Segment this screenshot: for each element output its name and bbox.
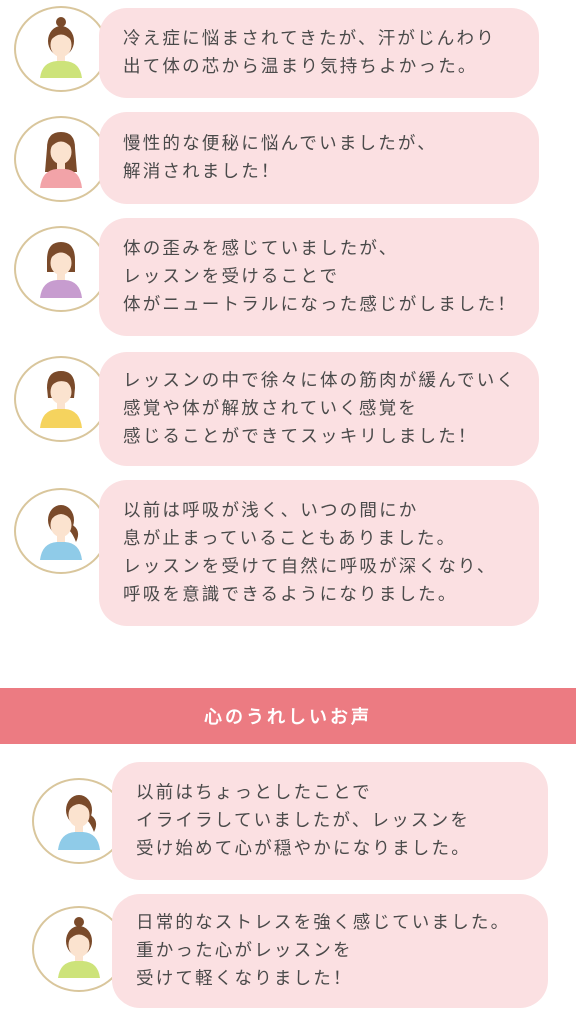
woman-ponytail-icon <box>58 795 100 850</box>
testimonial-text-line: 冷え症に悩まされてきたが、汗がじんわり <box>123 29 496 49</box>
testimonial-text-line: 感覚や体が解放されていく感覚を <box>123 399 418 419</box>
testimonial-text-line: レッスンを受けることで <box>123 267 340 287</box>
testimonial-text-line: 受け始めて心が穏やかになりました。 <box>136 839 471 859</box>
testimonial-text-line: 呼吸を意識できるようになりました。 <box>123 585 458 605</box>
speech-bubble: 日常的なストレスを強く感じていました。 重かった心がレッスンを 受けて軽くなりま… <box>112 894 548 1008</box>
speech-bubble: 以前はちょっとしたことで イライラしていましたが、レッスンを 受け始めて心が穏や… <box>112 762 548 880</box>
woman-short-hair-icon <box>40 371 82 428</box>
testimonial-text-line: 体の歪みを感じていましたが、 <box>123 239 399 259</box>
testimonial-text-line: 解消されました！ <box>123 162 281 182</box>
testimonial-text-line: 感じることができてスッキリしました！ <box>123 427 478 447</box>
woman-long-hair-icon <box>40 132 82 188</box>
testimonial-text-line: 以前はちょっとしたことで <box>136 783 372 803</box>
testimonial-text-line: レッスンを受けて自然に呼吸が深くなり、 <box>123 557 497 577</box>
speech-bubble: 体の歪みを感じていましたが、 レッスンを受けることで 体がニュートラルになった感… <box>99 218 539 336</box>
testimonial-text-line: レッスンの中で徐々に体の筋肉が緩んでいく <box>123 371 517 391</box>
woman-ponytail-icon <box>40 505 82 560</box>
woman-bun-hair-icon <box>40 17 82 78</box>
testimonial-text-line: 体がニュートラルになった感じがしました！ <box>123 295 517 315</box>
testimonial-text-line: 以前は呼吸が浅く、いつの間にか <box>123 501 419 521</box>
testimonial-text-line: 出て体の芯から温まり気持ちよかった。 <box>123 57 478 77</box>
testimonial-text-line: 日常的なストレスを強く感じていました。 <box>136 913 511 933</box>
section-title: 心のうれしいお声 <box>204 707 372 728</box>
speech-bubble: レッスンの中で徐々に体の筋肉が緩んでいく 感覚や体が解放されていく感覚を 感じる… <box>99 352 539 466</box>
avatar <box>14 356 108 442</box>
speech-bubble: 以前は呼吸が浅く、いつの間にか 息が止まっていることもありました。 レッスンを受… <box>99 480 539 626</box>
avatar <box>14 226 108 312</box>
testimonial-text-line: 慢性的な便秘に悩んでいましたが、 <box>123 134 437 154</box>
speech-bubble: 慢性的な便秘に悩んでいましたが、 解消されました！ <box>99 112 539 204</box>
testimonial-text-line: 息が止まっていることもありました。 <box>123 529 457 549</box>
speech-bubble: 冷え症に悩まされてきたが、汗がじんわり 出て体の芯から温まり気持ちよかった。 <box>99 8 539 98</box>
section-heading-band: 心のうれしいお声 <box>0 688 576 744</box>
testimonial-text-line: 受けて軽くなりました！ <box>136 969 353 989</box>
avatar <box>14 488 108 574</box>
testimonial-text-line: イライラしていましたが、レッスンを <box>136 811 471 831</box>
woman-bun-hair-icon <box>58 917 100 978</box>
woman-bob-hair-icon <box>40 242 82 298</box>
avatar <box>14 116 108 202</box>
testimonial-text-line: 重かった心がレッスンを <box>136 941 353 961</box>
avatar <box>14 6 108 92</box>
